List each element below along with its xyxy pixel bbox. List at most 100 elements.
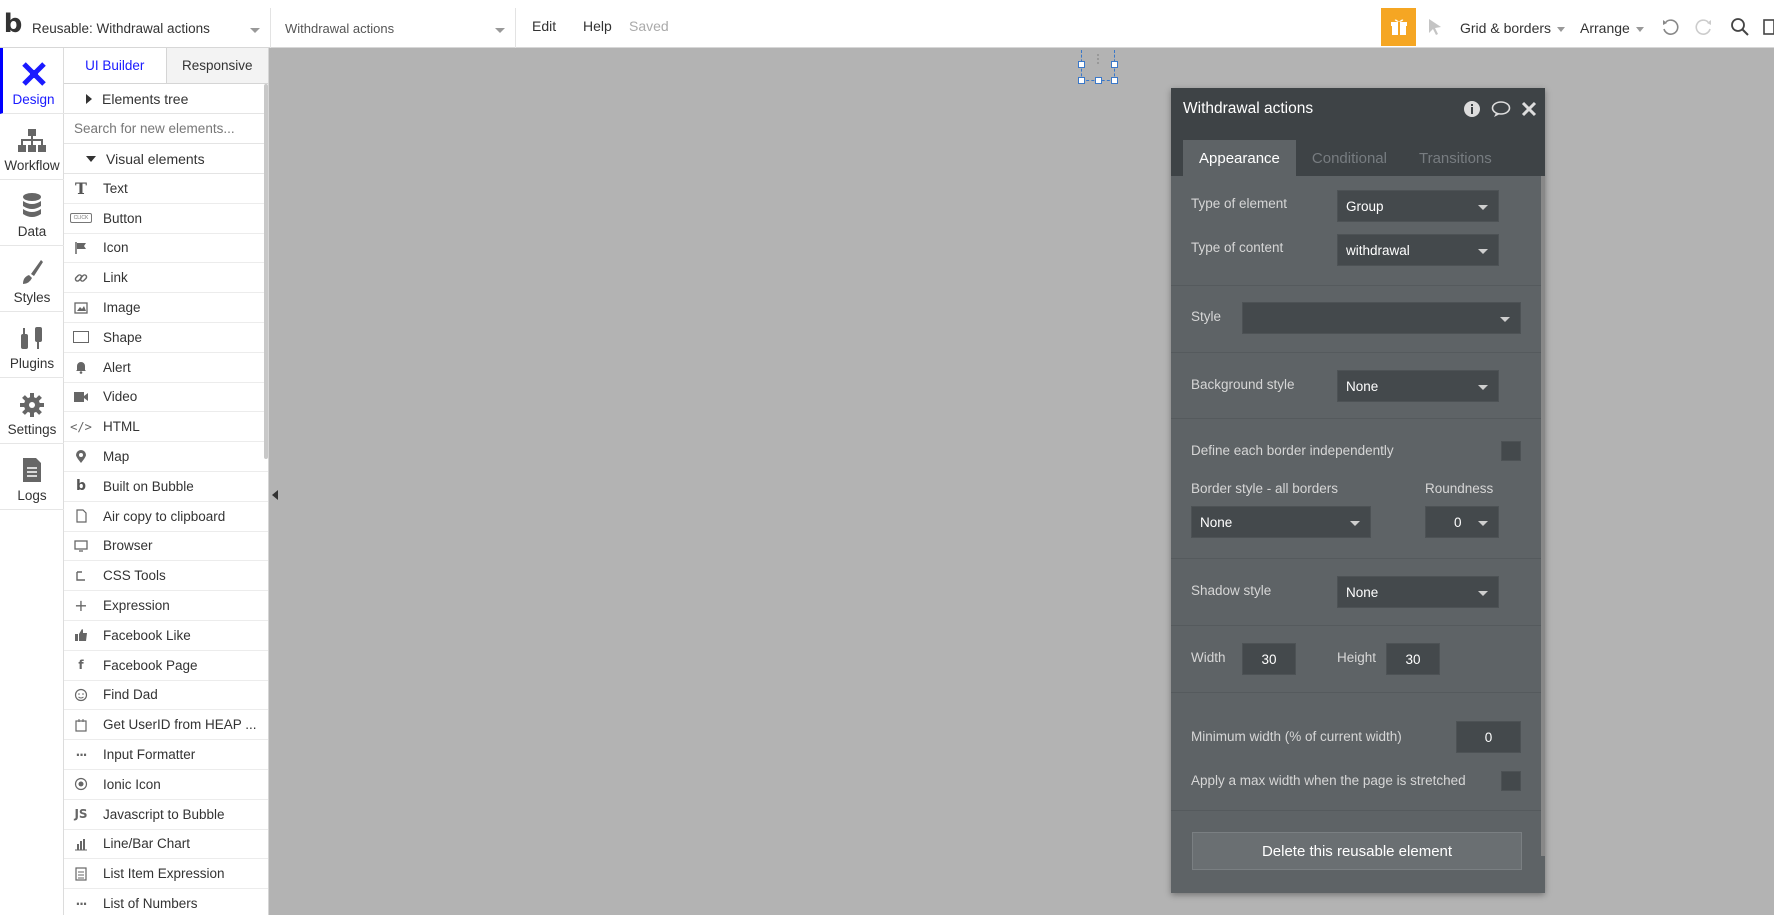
resize-handle[interactable] xyxy=(1078,77,1085,84)
palette-item-line-bar-chart[interactable]: Line/Bar Chart xyxy=(64,830,268,860)
search-input[interactable] xyxy=(74,121,254,136)
bubble-icon: b xyxy=(75,478,87,495)
palette-item-label: Map xyxy=(103,449,130,465)
palette-item-alert[interactable]: Alert xyxy=(64,353,268,383)
undo-icon[interactable] xyxy=(1660,17,1680,37)
border-style-label: Border style - all borders xyxy=(1191,481,1339,496)
tab-transitions[interactable]: Transitions xyxy=(1403,140,1508,176)
style-dropdown[interactable] xyxy=(1242,302,1521,334)
chevron-down-icon xyxy=(1557,26,1566,32)
palette-item-label: HTML xyxy=(103,419,140,435)
bubble-logo[interactable]: b xyxy=(0,10,26,38)
palette-item-get-userid-from-heap[interactable]: Get UserID from HEAP ... xyxy=(64,710,268,741)
palette-item-html[interactable]: </> HTML xyxy=(64,412,268,443)
resize-handle[interactable] xyxy=(1095,77,1102,84)
nav-data[interactable]: Data xyxy=(0,180,64,246)
palette-item-video[interactable]: Video xyxy=(64,383,268,413)
elements-tree-toggle[interactable]: Elements tree xyxy=(64,84,268,114)
caret-down-icon xyxy=(86,155,96,162)
palette-item-text[interactable]: T Text xyxy=(64,174,268,204)
monitor-icon xyxy=(70,538,92,554)
chevron-down-icon xyxy=(495,28,505,33)
panel-header[interactable]: Withdrawal actions xyxy=(1171,88,1545,130)
palette-scrollbar[interactable] xyxy=(264,84,268,459)
section-type: Type of element Group Type of content wi… xyxy=(1171,176,1545,286)
palette-item-label: Icon xyxy=(103,240,129,256)
resize-handle[interactable] xyxy=(1111,77,1118,84)
palette-item-map[interactable]: Map xyxy=(64,442,268,472)
element-search xyxy=(64,114,268,144)
background-style-dropdown[interactable]: None xyxy=(1337,370,1499,402)
resize-handle[interactable] xyxy=(1078,61,1085,68)
arrange-menu[interactable]: Arrange xyxy=(1580,20,1644,36)
width-input[interactable]: 30 xyxy=(1242,643,1296,675)
type-of-content-dropdown[interactable]: withdrawal xyxy=(1337,234,1499,266)
grid-borders-menu[interactable]: Grid & borders xyxy=(1460,20,1566,36)
palette-item-css-tools[interactable]: CSS Tools xyxy=(64,561,268,592)
palette-item-find-dad[interactable]: Find Dad xyxy=(64,681,268,711)
comment-icon[interactable] xyxy=(1491,100,1511,118)
palette-item-ionic-icon[interactable]: Ionic Icon xyxy=(64,770,268,800)
border-style-dropdown[interactable]: None xyxy=(1191,506,1371,538)
selected-element-outline[interactable] xyxy=(1078,50,1118,84)
nav-workflow[interactable]: Workflow xyxy=(0,114,64,180)
height-input[interactable]: 30 xyxy=(1386,643,1440,675)
style-label: Style xyxy=(1191,309,1222,324)
panel-scrollbar[interactable] xyxy=(1541,176,1545,856)
palette-item-button[interactable]: CLICK Button xyxy=(64,204,268,234)
palette-item-browser[interactable]: Browser xyxy=(64,532,268,562)
nav-settings[interactable]: Settings xyxy=(0,378,64,444)
palette-item-list-of-numbers[interactable]: ··· List of Numbers xyxy=(64,889,268,915)
search-icon[interactable] xyxy=(1730,17,1750,37)
clipboard-icon xyxy=(70,508,92,524)
resize-handle[interactable] xyxy=(1111,61,1118,68)
palette-item-built-on-bubble[interactable]: b Built on Bubble xyxy=(64,472,268,502)
palette-item-facebook-page[interactable]: f Facebook Page xyxy=(64,651,268,681)
nav-label: Plugins xyxy=(9,356,55,371)
chevron-down-icon xyxy=(1478,385,1488,390)
tab-ui-builder[interactable]: UI Builder xyxy=(64,48,167,83)
close-icon[interactable] xyxy=(1521,101,1537,117)
shadow-style-dropdown[interactable]: None xyxy=(1337,576,1499,608)
menu-edit[interactable]: Edit xyxy=(532,18,556,34)
tab-conditional[interactable]: Conditional xyxy=(1296,140,1403,176)
palette-item-air-copy-to-clipboard[interactable]: Air copy to clipboard xyxy=(64,502,268,532)
palette-item-label: Find Dad xyxy=(103,687,158,703)
page-selector-value: Reusable: Withdrawal actions xyxy=(32,20,210,36)
element-selector[interactable]: Withdrawal actions xyxy=(276,8,516,48)
palette-item-list-item-expression[interactable]: List Item Expression xyxy=(64,859,268,890)
redo-icon[interactable] xyxy=(1694,17,1714,37)
info-icon[interactable] xyxy=(1463,100,1481,118)
nav-logs[interactable]: Logs xyxy=(0,444,64,510)
menu-help[interactable]: Help xyxy=(583,18,612,34)
nav-styles[interactable]: Styles xyxy=(0,246,64,312)
palette-item-shape[interactable]: Shape xyxy=(64,323,268,353)
tab-responsive[interactable]: Responsive xyxy=(166,48,268,83)
palette-item-javascript-to-bubble[interactable]: JS Javascript to Bubble xyxy=(64,800,268,830)
preview-icon[interactable] xyxy=(1762,17,1774,37)
palette-item-facebook-like[interactable]: Facebook Like xyxy=(64,621,268,651)
min-width-input[interactable]: 0 xyxy=(1456,721,1521,753)
palette-item-link[interactable]: Link xyxy=(64,263,268,294)
cursor-icon[interactable] xyxy=(1425,17,1445,37)
nav-label: Design xyxy=(12,92,55,107)
define-border-checkbox[interactable] xyxy=(1501,441,1521,461)
section-style: Style xyxy=(1171,286,1545,353)
palette-item-expression[interactable]: + Expression xyxy=(64,591,268,621)
palette-item-image[interactable]: Image xyxy=(64,293,268,323)
collapse-palette-icon[interactable] xyxy=(272,490,278,500)
nav-design[interactable]: Design xyxy=(0,48,64,114)
palette-item-input-formatter[interactable]: ··· Input Formatter xyxy=(64,740,268,770)
gift-button[interactable] xyxy=(1381,8,1416,46)
visual-elements-toggle[interactable]: Visual elements xyxy=(64,144,268,174)
max-width-checkbox[interactable] xyxy=(1501,771,1521,791)
roundness-dropdown[interactable]: 0 xyxy=(1425,506,1499,538)
tab-appearance[interactable]: Appearance xyxy=(1183,140,1296,176)
chevron-down-icon xyxy=(1478,591,1488,596)
delete-reusable-button[interactable]: Delete this reusable element xyxy=(1192,832,1522,870)
link-icon xyxy=(70,270,92,286)
page-selector[interactable]: Reusable: Withdrawal actions xyxy=(28,8,271,48)
nav-plugins[interactable]: Plugins xyxy=(0,312,64,378)
palette-item-icon[interactable]: Icon xyxy=(64,234,268,264)
type-of-element-dropdown[interactable]: Group xyxy=(1337,190,1499,222)
